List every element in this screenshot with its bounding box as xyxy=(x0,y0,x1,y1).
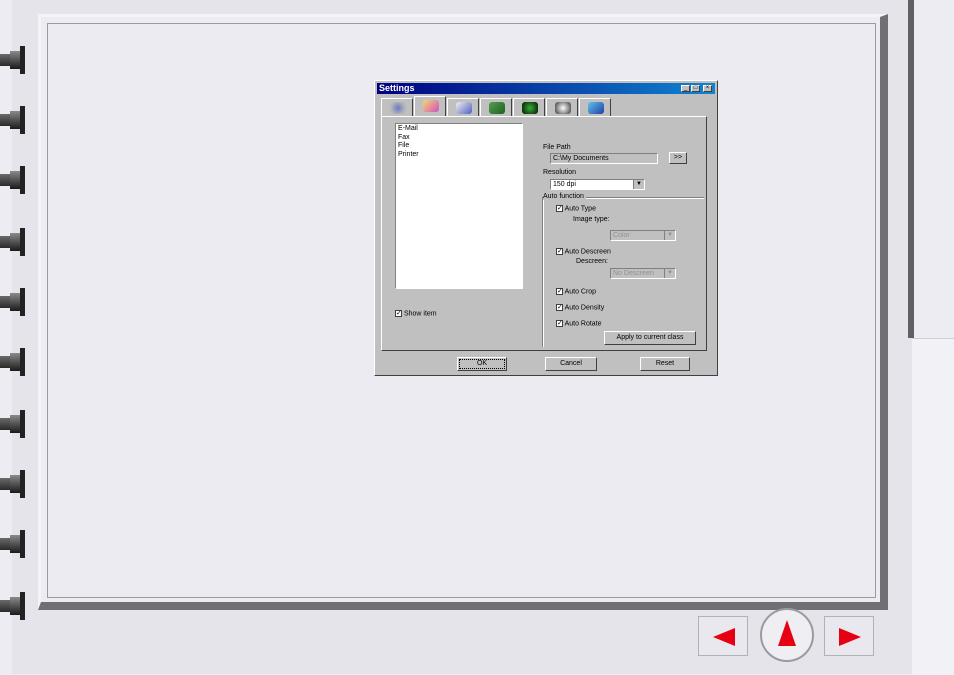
destination-list[interactable]: E-Mail Fax File Printer xyxy=(395,123,523,289)
home-button[interactable] xyxy=(760,608,814,662)
show-item-checkbox[interactable]: ✓ xyxy=(395,310,402,317)
descreen-label: Descreen: xyxy=(576,258,608,265)
mail-icon xyxy=(423,100,439,112)
browse-button[interactable]: >> xyxy=(669,152,687,164)
image-type-label: Image type: xyxy=(573,216,610,223)
binder-ring xyxy=(0,166,26,194)
tab-panel: E-Mail Fax File Printer ✓ Show item File… xyxy=(381,116,707,351)
auto-descreen-label: Auto Descreen xyxy=(564,248,611,256)
arrow-left-icon xyxy=(713,628,735,646)
previous-page-button[interactable] xyxy=(698,616,748,656)
auto-density-label: Auto Density xyxy=(564,304,605,312)
side-panel xyxy=(912,338,954,675)
binder-ring xyxy=(0,288,26,316)
close-button[interactable]: × xyxy=(703,85,712,92)
vertical-divider xyxy=(542,197,544,347)
auto-density-option[interactable]: ✓ Auto Density xyxy=(556,304,604,311)
arrow-up-icon xyxy=(778,620,796,646)
page-edge-bar xyxy=(908,0,914,338)
tab-ocr[interactable] xyxy=(513,98,545,116)
binder-ring xyxy=(0,592,26,620)
auto-rotate-checkbox[interactable]: ✓ xyxy=(556,320,563,327)
binder-ring xyxy=(0,228,26,256)
resolution-value: 150 dpi xyxy=(553,181,576,188)
tab-launch[interactable] xyxy=(579,98,611,116)
auto-type-checkbox[interactable]: ✓ xyxy=(556,205,563,212)
binder-ring xyxy=(0,348,26,376)
descreen-value: No Descreen xyxy=(613,270,654,277)
tab-options[interactable] xyxy=(546,98,578,116)
binder-ring xyxy=(0,410,26,438)
image-type-select: Color ▼ xyxy=(610,230,676,241)
file-path-field: C:\My Documents xyxy=(550,153,658,164)
dialog-title: Settings xyxy=(379,83,415,93)
title-bar: Settings _ □ × xyxy=(377,83,715,94)
file-path-label: File Path xyxy=(543,144,571,151)
next-page-button[interactable] xyxy=(824,616,874,656)
auto-type-option[interactable]: ✓ Auto Type xyxy=(556,205,596,212)
resolution-label: Resolution xyxy=(543,169,577,176)
auto-rotate-label: Auto Rotate xyxy=(564,320,602,328)
auto-density-checkbox[interactable]: ✓ xyxy=(556,304,563,311)
auto-rotate-option[interactable]: ✓ Auto Rotate xyxy=(556,320,602,327)
binder-ring xyxy=(0,530,26,558)
tab-fax[interactable] xyxy=(447,98,479,116)
reset-button[interactable]: Reset xyxy=(640,357,690,371)
binder-ring xyxy=(0,106,26,134)
cancel-button[interactable]: Cancel xyxy=(545,357,597,371)
show-item-option[interactable]: ✓ Show item xyxy=(395,310,437,317)
auto-descreen-checkbox[interactable]: ✓ xyxy=(556,248,563,255)
minimize-button[interactable]: _ xyxy=(681,85,690,92)
tab-printer[interactable] xyxy=(480,98,512,116)
list-item[interactable]: E-Mail xyxy=(398,125,520,134)
apply-to-current-class-button[interactable]: Apply to current class xyxy=(604,331,696,345)
image-type-value: Color xyxy=(613,232,630,239)
scanner-icon xyxy=(390,102,406,114)
auto-crop-checkbox[interactable]: ✓ xyxy=(556,288,563,295)
auto-crop-label: Auto Crop xyxy=(564,288,597,296)
auto-crop-option[interactable]: ✓ Auto Crop xyxy=(556,288,596,295)
fax-icon xyxy=(456,102,472,114)
auto-type-label: Auto Type xyxy=(564,205,596,213)
resolution-select[interactable]: 150 dpi ▼ xyxy=(550,179,645,190)
printer-icon xyxy=(489,102,505,114)
show-item-label: Show item xyxy=(403,310,437,318)
ocr-icon xyxy=(522,102,538,114)
list-item[interactable]: Fax xyxy=(398,134,520,143)
list-item[interactable]: Printer xyxy=(398,151,520,160)
binder-ring xyxy=(0,46,26,74)
chevron-down-icon[interactable]: ▼ xyxy=(633,180,644,189)
arrow-right-icon xyxy=(839,628,861,646)
list-item[interactable]: File xyxy=(398,142,520,151)
tab-scanner[interactable] xyxy=(381,98,413,116)
maximize-button[interactable]: □ xyxy=(691,85,700,92)
settings-dialog: Settings _ □ × E-Mail Fax File Printer ✓… xyxy=(374,80,718,376)
chevron-down-icon: ▼ xyxy=(664,269,675,278)
arrow-icon xyxy=(588,102,604,114)
auto-function-label: Auto function xyxy=(543,193,586,200)
descreen-select: No Descreen ▼ xyxy=(610,268,676,279)
chevron-down-icon: ▼ xyxy=(664,231,675,240)
gear-icon xyxy=(555,102,571,114)
binder-ring xyxy=(0,470,26,498)
ok-button[interactable]: OK xyxy=(457,357,507,371)
tab-email[interactable] xyxy=(414,96,446,116)
auto-descreen-option[interactable]: ✓ Auto Descreen xyxy=(556,248,611,255)
